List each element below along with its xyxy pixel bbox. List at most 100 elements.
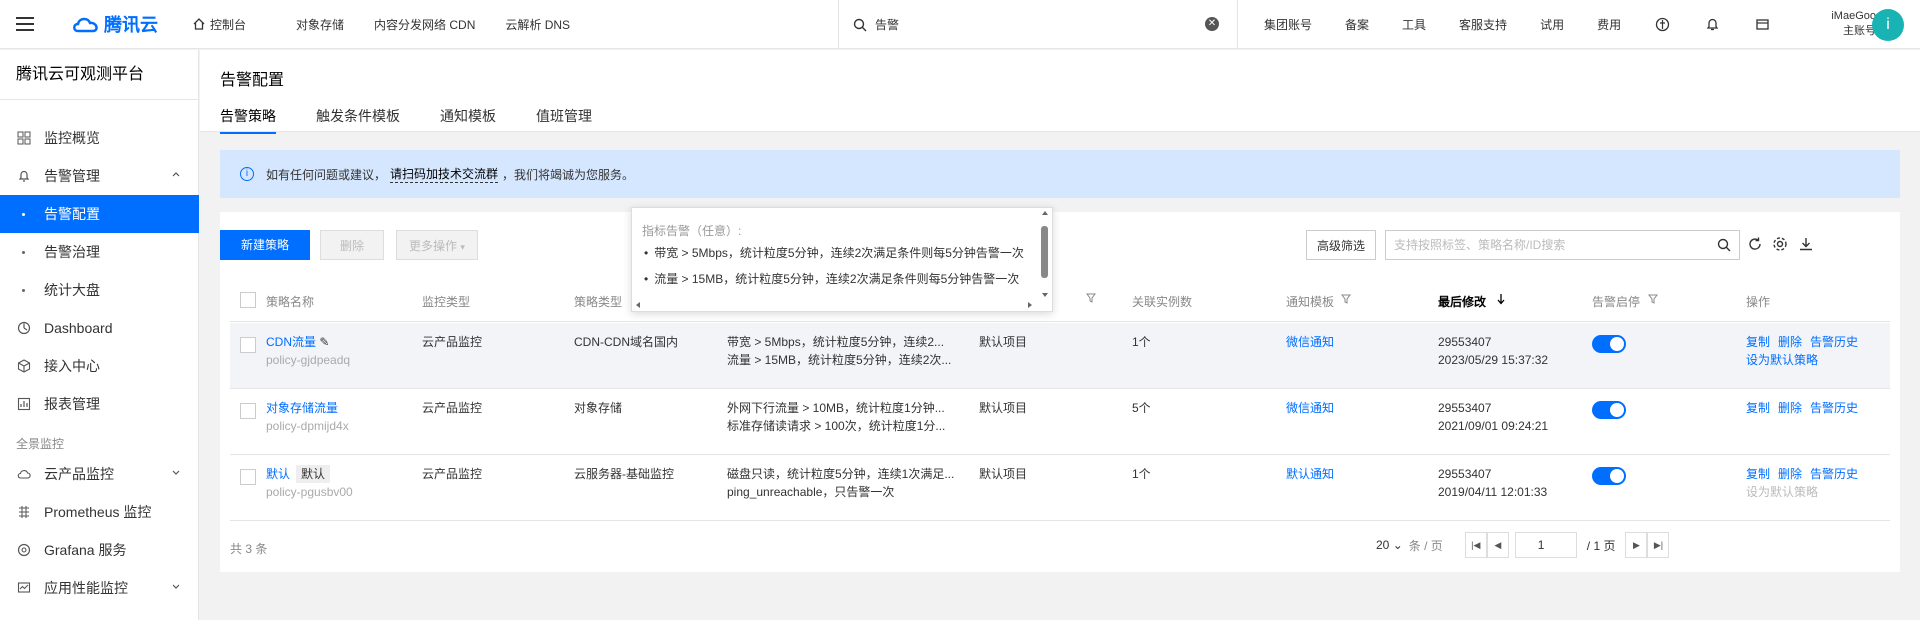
tab-alarm-policy[interactable]: 告警策略 — [220, 106, 276, 134]
global-search-input[interactable]: 告警 — [875, 16, 899, 33]
shortcut-dns[interactable]: 云解析 DNS — [505, 16, 570, 33]
scroll-left-icon[interactable] — [635, 301, 641, 309]
account-info[interactable]: iMaeGoo 主账号 — [1806, 9, 1876, 39]
notify-template-link[interactable]: 默认通知 — [1286, 465, 1334, 483]
delete-link[interactable]: 删除 — [1778, 401, 1802, 415]
sidebar-item-label: 监控概览 — [44, 130, 100, 146]
copy-link[interactable]: 复制 — [1746, 401, 1770, 415]
console-link[interactable]: 控制台 — [192, 16, 246, 33]
first-page-button[interactable]: |◀ — [1464, 532, 1487, 558]
alarm-history-link[interactable]: 告警历史 — [1810, 401, 1858, 415]
sidebar-item-prometheus[interactable]: Prometheus 监控 — [0, 493, 199, 531]
condition-line[interactable]: 磁盘只读，统计粒度5分钟，连续1次满足... — [727, 465, 954, 483]
page-size-select[interactable]: 20 ⌄ — [1376, 538, 1403, 552]
default-tag: 默认 — [296, 465, 331, 483]
instance-count[interactable]: 1个 — [1132, 465, 1151, 483]
set-default-link[interactable]: 设为默认策略 — [1746, 353, 1818, 367]
tab-trigger-template[interactable]: 触发条件模板 — [316, 106, 400, 134]
more-actions-button[interactable]: 更多操作 ▾ — [396, 230, 478, 260]
row-checkbox[interactable] — [240, 403, 256, 419]
notify-template-link[interactable]: 微信通知 — [1286, 333, 1334, 351]
delete-link[interactable]: 删除 — [1778, 335, 1802, 349]
page-number-input[interactable]: 1 — [1514, 532, 1577, 558]
shortcut-cos[interactable]: 对象存储 — [296, 16, 344, 33]
last-page-button[interactable]: ▶| — [1647, 532, 1670, 558]
sidebar-item-dashboard[interactable]: Dashboard — [0, 309, 199, 347]
copy-link[interactable]: 复制 — [1746, 467, 1770, 481]
condition-line[interactable]: 带宽 > 5Mbps，统计粒度5分钟，连续2... — [727, 333, 944, 351]
advanced-filter-button[interactable]: 高级筛选 — [1306, 230, 1376, 260]
notice-link[interactable]: 请扫码加技术交流群 — [390, 165, 499, 183]
sidebar-item-apm[interactable]: 应用性能监控 — [0, 569, 199, 607]
avatar[interactable]: i — [1872, 9, 1904, 41]
ticket-icon[interactable] — [1754, 17, 1770, 33]
link-billing[interactable]: 费用 — [1597, 16, 1621, 33]
arrow-down-sort-icon[interactable] — [1496, 293, 1506, 305]
filter-icon[interactable] — [1341, 294, 1351, 304]
notify-template-link[interactable]: 微信通知 — [1286, 399, 1334, 417]
filter-icon[interactable] — [1086, 293, 1096, 303]
refresh-icon[interactable] — [1747, 236, 1763, 252]
row-checkbox[interactable] — [240, 469, 256, 485]
clear-search-icon[interactable]: ✕ — [1205, 17, 1219, 31]
set-default-link[interactable]: 设为默认策略 — [1746, 485, 1818, 499]
search-icon[interactable] — [1717, 238, 1731, 252]
alarm-history-link[interactable]: 告警历史 — [1810, 335, 1858, 349]
condition-line[interactable]: ping_unreachable，只告警一次 — [727, 483, 894, 501]
policy-name-link[interactable]: 默认 — [266, 467, 290, 481]
policy-name-link[interactable]: CDN流量 — [266, 335, 316, 349]
create-policy-button[interactable]: 新建策略 — [220, 230, 310, 260]
tab-duty[interactable]: 值班管理 — [536, 106, 592, 134]
scroll-up-icon[interactable] — [1041, 210, 1049, 216]
sidebar-item-alarm-management[interactable]: 告警管理 — [0, 157, 199, 195]
sidebar-item-access-center[interactable]: 接入中心 — [0, 347, 199, 385]
instance-count[interactable]: 1个 — [1132, 333, 1151, 351]
row-operations: 复制 删除 告警历史 — [1746, 465, 1866, 483]
condition-line[interactable]: 流量 > 15MB，统计粒度5分钟，连续2次... — [727, 351, 951, 369]
theme-icon[interactable] — [1654, 17, 1670, 33]
delete-button[interactable]: 删除 — [320, 230, 384, 260]
condition-line[interactable]: 标准存储读请求 > 100次，统计粒度1分... — [727, 417, 945, 435]
edit-pencil-icon[interactable]: ✎ — [319, 335, 329, 349]
delete-link[interactable]: 删除 — [1778, 467, 1802, 481]
gear-icon[interactable] — [1772, 236, 1788, 252]
sidebar-item-alarm-config[interactable]: 告警配置 — [0, 195, 199, 233]
link-trial[interactable]: 试用 — [1540, 16, 1564, 33]
sidebar-item-cloud-monitor[interactable]: 云产品监控 — [0, 455, 199, 493]
global-search[interactable]: 告警 ✕ — [838, 0, 1238, 49]
link-beian[interactable]: 备案 — [1345, 16, 1369, 33]
sidebar-item-statistics[interactable]: 统计大盘 — [0, 271, 199, 309]
link-group-account[interactable]: 集团账号 — [1264, 16, 1312, 33]
next-page-button[interactable]: ▶ — [1625, 532, 1648, 558]
link-tools[interactable]: 工具 — [1402, 16, 1426, 33]
row-checkbox[interactable] — [240, 337, 256, 353]
chevron-up-icon — [172, 172, 180, 177]
bell-icon[interactable] — [1704, 17, 1720, 33]
sidebar-item-grafana[interactable]: Grafana 服务 — [0, 531, 199, 569]
copy-link[interactable]: 复制 — [1746, 335, 1770, 349]
alarm-toggle[interactable] — [1592, 401, 1626, 419]
menu-icon[interactable] — [0, 0, 50, 49]
tab-notify-template[interactable]: 通知模板 — [440, 106, 496, 134]
sidebar-item-overview[interactable]: 监控概览 — [0, 119, 199, 157]
condition-line[interactable]: 外网下行流量 > 10MB，统计粒度1分钟... — [727, 399, 945, 417]
col-last-modified[interactable]: 最后修改 — [1438, 293, 1486, 310]
filter-icon[interactable] — [1648, 294, 1658, 304]
sidebar-item-alarm-governance[interactable]: 告警治理 — [0, 233, 199, 271]
sidebar-item-reports[interactable]: 报表管理 — [0, 385, 199, 423]
alarm-toggle[interactable] — [1592, 467, 1626, 485]
policy-name-link[interactable]: 对象存储流量 — [266, 401, 338, 415]
prev-page-button[interactable]: ◀ — [1486, 532, 1509, 558]
tooltip-horizontal-scrollbar[interactable] — [632, 297, 1052, 311]
shortcut-cdn[interactable]: 内容分发网络 CDN — [374, 16, 475, 33]
policy-search-input[interactable]: 支持按照标签、策略名称/ID搜索 — [1385, 230, 1740, 260]
link-support[interactable]: 客服支持 — [1459, 16, 1507, 33]
tooltip-scroll-thumb[interactable] — [1041, 226, 1048, 278]
alarm-toggle[interactable] — [1592, 335, 1626, 353]
scroll-right-icon[interactable] — [1027, 301, 1033, 309]
alarm-history-link[interactable]: 告警历史 — [1810, 467, 1858, 481]
download-icon[interactable] — [1798, 236, 1814, 252]
instance-count[interactable]: 5个 — [1132, 399, 1151, 417]
select-all-checkbox[interactable] — [240, 292, 256, 308]
brand-logo[interactable]: 腾讯云 — [72, 11, 172, 37]
